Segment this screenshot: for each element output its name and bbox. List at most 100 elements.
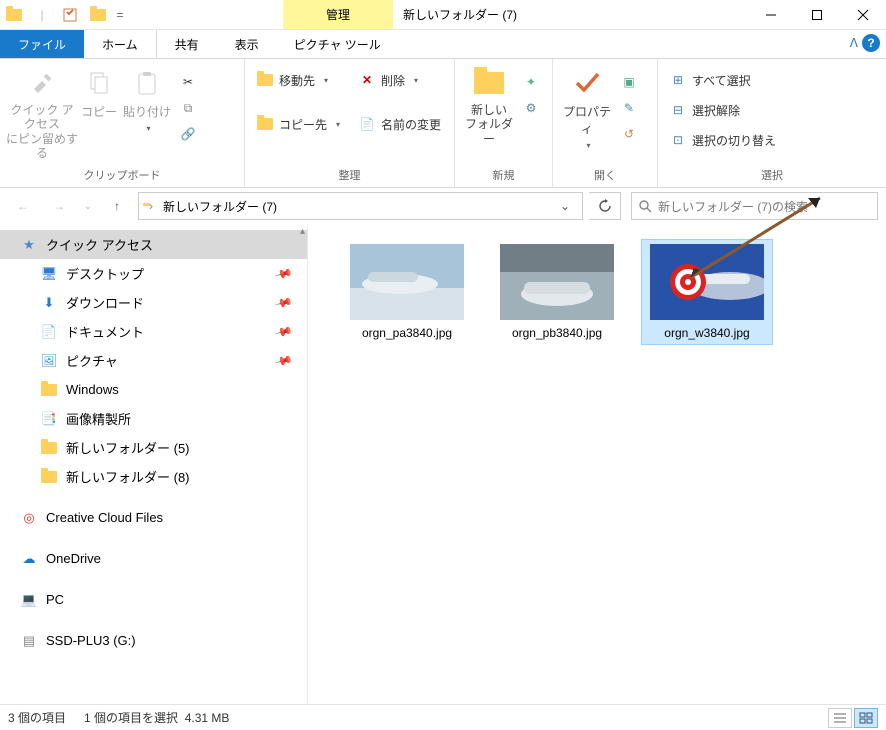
breadcrumb-current[interactable]: 新しいフォルダー (7) [159, 198, 281, 215]
delete-icon: ✕ [359, 72, 375, 88]
address-bar[interactable]: › 新しいフォルダー (7) ⌄ [138, 192, 583, 220]
maximize-button[interactable] [794, 0, 840, 30]
sidebar-item-desktop[interactable]: 🖥 デスクトップ📌 [0, 259, 307, 288]
easy-access-button[interactable]: ⚙ [519, 97, 543, 119]
folder-icon [40, 381, 58, 399]
search-box[interactable]: 新しいフォルダー (7)の検索 [631, 192, 878, 220]
pin-to-quick-access-button[interactable]: クイック アクセス にピン留めする [6, 61, 78, 161]
paste-shortcut-icon: 🔗 [180, 126, 196, 142]
sidebar-item-gazou[interactable]: 📑 画像精製所 [0, 404, 307, 433]
sidebar-item-label: Windows [66, 382, 119, 397]
scroll-up-icon[interactable]: ▴ [300, 226, 305, 237]
pin-icon: 📌 [274, 264, 294, 284]
sidebar-item-onedrive[interactable]: ☁ OneDrive [0, 544, 307, 573]
qat-folder-icon[interactable] [84, 0, 112, 30]
move-to-label: 移動先 [279, 72, 315, 89]
sidebar-item-downloads[interactable]: ⬇ ダウンロード📌 [0, 288, 307, 317]
folder-icon [40, 468, 58, 486]
up-button[interactable]: ↑ [102, 192, 132, 220]
rename-icon: 📄 [359, 116, 375, 132]
ribbon-collapse-icon[interactable]: ᐱ [850, 36, 858, 50]
easy-access-icon: ⚙ [523, 100, 539, 116]
folder-icon [40, 439, 58, 457]
paste-button[interactable]: 貼り付け ▾ [120, 61, 174, 133]
qat-customize-icon[interactable]: = [112, 0, 128, 30]
sidebar-item-quick-access[interactable]: ★ クイック アクセス [0, 230, 307, 259]
details-view-button[interactable] [828, 708, 852, 728]
organize-group-label: 整理 [251, 165, 448, 187]
file-item[interactable]: orgn_pb3840.jpg [492, 240, 622, 344]
forward-button[interactable]: → [44, 192, 74, 220]
cut-button[interactable]: ✂ [176, 71, 200, 93]
select-all-button[interactable]: ⊞すべて選択 [666, 69, 780, 91]
file-item[interactable]: orgn_pa3840.jpg [342, 240, 472, 344]
new-folder-button[interactable]: 新しい フォルダー [461, 61, 517, 146]
address-dropdown-icon[interactable]: ⌄ [552, 199, 578, 213]
explorer-icon[interactable] [0, 0, 28, 30]
help-icon[interactable]: ? [862, 34, 880, 52]
file-pane[interactable]: orgn_pa3840.jpg orgn_pb3840.jpg orgn_w38… [308, 224, 886, 704]
refresh-button[interactable] [589, 192, 621, 220]
sidebar-item-ccf[interactable]: ◎ Creative Cloud Files [0, 503, 307, 532]
tab-file[interactable]: ファイル [0, 30, 84, 58]
back-button[interactable]: ← [8, 192, 38, 220]
sidebar-item-documents[interactable]: 📄 ドキュメント📌 [0, 317, 307, 346]
breadcrumb-separator: › [147, 199, 155, 213]
search-placeholder: 新しいフォルダー (7)の検索 [658, 198, 808, 215]
search-icon [638, 199, 652, 213]
paste-shortcut-button[interactable]: 🔗 [176, 123, 200, 145]
main-area: ▴ ★ クイック アクセス 🖥 デスクトップ📌 ⬇ ダウンロード📌 📄 ドキュメ… [0, 224, 886, 704]
history-icon: ↺ [621, 126, 637, 142]
copy-icon [83, 67, 115, 99]
tab-picture-tools[interactable]: ピクチャ ツール [283, 30, 392, 58]
select-none-label: 選択解除 [692, 102, 740, 119]
thumbnail [350, 244, 464, 320]
invert-selection-button[interactable]: ⊡選択の切り替え [666, 129, 780, 151]
copy-path-button[interactable]: ⧉ [176, 97, 200, 119]
delete-button[interactable]: ✕削除▾ [355, 69, 445, 91]
ribbon-tabs: ファイル ホーム 共有 表示 ピクチャ ツール ᐱ ? [0, 30, 886, 58]
dropdown-caret-icon: ▾ [146, 124, 150, 133]
sidebar-item-ssd[interactable]: ▤ SSD-PLU3 (G:) [0, 626, 307, 655]
copy-button[interactable]: コピー [78, 61, 120, 120]
tab-home[interactable]: ホーム [84, 30, 157, 58]
sidebar-item-nf5[interactable]: 新しいフォルダー (5) [0, 433, 307, 462]
properties-button[interactable]: プロパティ ▾ [559, 61, 615, 150]
open-button[interactable]: ▣ [617, 71, 641, 93]
sidebar-item-pictures[interactable]: 🖼 ピクチャ📌 [0, 346, 307, 375]
thumbnails-view-button[interactable] [854, 708, 878, 728]
target-icon [668, 262, 708, 302]
sidebar-item-pc[interactable]: 💻 PC [0, 585, 307, 614]
rename-button[interactable]: 📄名前の変更 [355, 113, 445, 135]
navigation-pane: ▴ ★ クイック アクセス 🖥 デスクトップ📌 ⬇ ダウンロード📌 📄 ドキュメ… [0, 224, 308, 704]
select-all-icon: ⊞ [670, 72, 686, 88]
minimize-button[interactable] [748, 0, 794, 30]
copy-to-button[interactable]: コピー先▾ [253, 113, 344, 135]
history-button[interactable]: ↺ [617, 123, 641, 145]
delete-label: 削除 [381, 72, 405, 89]
window-title: 新しいフォルダー (7) [393, 0, 748, 29]
open-icon: ▣ [621, 74, 637, 90]
sidebar-item-windows[interactable]: Windows [0, 375, 307, 404]
folder-icon: 📑 [40, 410, 58, 428]
tab-view[interactable]: 表示 [217, 30, 277, 58]
new-group-label: 新規 [461, 165, 546, 187]
edit-button[interactable]: ✎ [617, 97, 641, 119]
invert-selection-icon: ⊡ [670, 132, 686, 148]
tab-share[interactable]: 共有 [157, 30, 217, 58]
recent-locations-button[interactable]: ⌄ [80, 192, 96, 220]
sidebar-item-label: ドキュメント [66, 322, 144, 341]
contextual-tab-header: 管理 [283, 0, 393, 29]
desktop-icon: 🖥 [40, 265, 58, 283]
thumbnail [500, 244, 614, 320]
move-to-button[interactable]: 移動先▾ [253, 69, 344, 91]
status-selection: 1 個の項目を選択 4.31 MB [84, 709, 229, 726]
new-item-button[interactable]: ✦ [519, 71, 543, 93]
sidebar-item-nf8[interactable]: 新しいフォルダー (8) [0, 462, 307, 491]
close-button[interactable] [840, 0, 886, 30]
select-none-button[interactable]: ⊟選択解除 [666, 99, 780, 121]
pin-icon: 📌 [274, 293, 294, 313]
navigation-bar: ← → ⌄ ↑ › 新しいフォルダー (7) ⌄ 新しいフォルダー (7)の検索 [0, 188, 886, 224]
file-item-selected[interactable]: orgn_w3840.jpg [642, 240, 772, 344]
qat-properties-icon[interactable] [56, 0, 84, 30]
